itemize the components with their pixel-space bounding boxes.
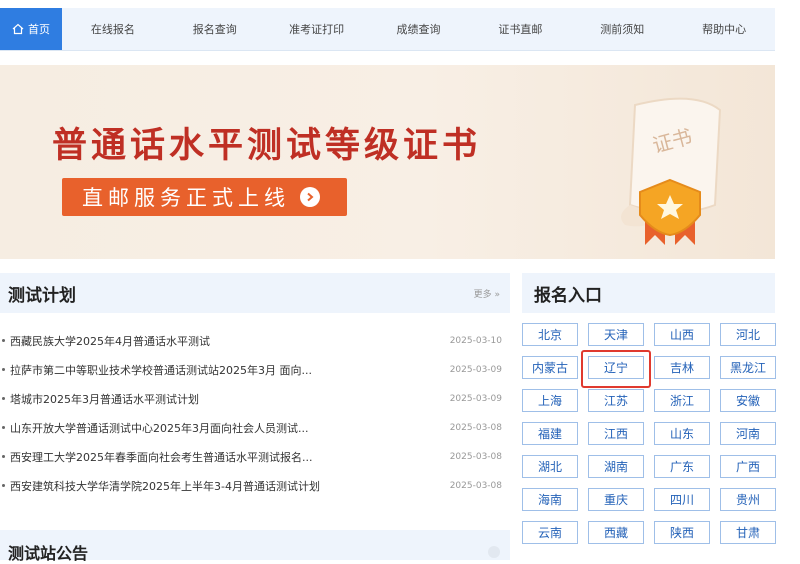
province-button[interactable]: 安徽 — [720, 389, 776, 412]
list-item[interactable]: 塔城市2025年3月普通话水平测试计划 2025-03-09 — [0, 384, 510, 413]
test-plan-more-link[interactable]: 更多 » — [474, 287, 500, 300]
nav-pretest-notes[interactable]: 测前须知 — [571, 21, 673, 37]
province-button[interactable]: 四川 — [654, 488, 710, 511]
certificate-scroll-icon: 证书 — [621, 97, 722, 245]
hero-banner[interactable]: 普通话水平测试等级证书 直邮服务正式上线 证书 — [0, 65, 775, 259]
province-button[interactable]: 广西 — [720, 455, 776, 478]
nav-admission-print[interactable]: 准考证打印 — [266, 21, 368, 37]
province-button[interactable]: 重庆 — [588, 488, 644, 511]
registration-header: 报名入口 — [522, 273, 775, 313]
top-nav: 首页 在线报名 报名查询 准考证打印 成绩查询 证书直邮 测前须知 帮助中心 — [0, 8, 775, 51]
banner-subtitle-pill[interactable]: 直邮服务正式上线 — [62, 178, 347, 216]
plan-title[interactable]: 西藏民族大学2025年4月普通话水平测试 — [10, 333, 442, 349]
province-button[interactable]: 山西 — [654, 323, 710, 346]
plan-date: 2025-03-08 — [449, 480, 502, 491]
province-button[interactable]: 江苏 — [588, 389, 644, 412]
bullet-icon — [2, 426, 5, 429]
nav-online-register[interactable]: 在线报名 — [62, 21, 164, 37]
bullet-icon — [2, 339, 5, 342]
bullet-icon — [2, 368, 5, 371]
list-item[interactable]: 拉萨市第二中等职业技术学校普通话测试站2025年3月 面向... 2025-03-… — [0, 355, 510, 384]
bullet-icon — [2, 397, 5, 400]
test-plan-list: 西藏民族大学2025年4月普通话水平测试 2025-03-10 拉萨市第二中等职业… — [0, 326, 510, 500]
province-button[interactable]: 贵州 — [720, 488, 776, 511]
province-button[interactable]: 西藏 — [588, 521, 644, 544]
plan-title[interactable]: 拉萨市第二中等职业技术学校普通话测试站2025年3月 面向... — [10, 362, 442, 378]
home-icon — [12, 23, 24, 35]
nav-help-center[interactable]: 帮助中心 — [673, 21, 775, 37]
nav-register-query[interactable]: 报名查询 — [164, 21, 266, 37]
plan-date: 2025-03-08 — [449, 422, 502, 433]
nav-home-label: 首页 — [28, 23, 50, 36]
province-button[interactable]: 福建 — [522, 422, 578, 445]
list-item[interactable]: 山东开放大学普通话测试中心2025年3月面向社会人员测试... 2025-03-0… — [0, 413, 510, 442]
province-button[interactable]: 河南 — [720, 422, 776, 445]
list-item[interactable]: 西藏民族大学2025年4月普通话水平测试 2025-03-10 — [0, 326, 510, 355]
banner-title: 普通话水平测试等级证书 — [52, 125, 482, 166]
plan-title[interactable]: 西安理工大学2025年春季面向社会考生普通话水平测试报名... — [10, 449, 442, 465]
province-button[interactable]: 黑龙江 — [720, 356, 776, 379]
province-button[interactable]: 湖北 — [522, 455, 578, 478]
province-button-highlighted[interactable]: 辽宁 — [588, 356, 644, 379]
bullet-icon — [2, 455, 5, 458]
test-plan-title: 测试计划 — [8, 285, 76, 306]
province-button[interactable]: 天津 — [588, 323, 644, 346]
province-button[interactable]: 湖南 — [588, 455, 644, 478]
province-button[interactable]: 上海 — [522, 389, 578, 412]
plan-date: 2025-03-09 — [449, 364, 502, 375]
province-button[interactable]: 浙江 — [654, 389, 710, 412]
province-button[interactable]: 山东 — [654, 422, 710, 445]
banner-subtitle: 直邮服务正式上线 — [82, 186, 290, 210]
test-plan-header: 测试计划 更多 » — [0, 273, 510, 313]
plan-title[interactable]: 山东开放大学普通话测试中心2025年3月面向社会人员测试... — [10, 420, 442, 436]
province-button[interactable]: 江西 — [588, 422, 644, 445]
arrow-right-icon — [300, 187, 320, 207]
province-button[interactable]: 海南 — [522, 488, 578, 511]
province-button[interactable]: 甘肃 — [720, 521, 776, 544]
plan-title[interactable]: 塔城市2025年3月普通话水平测试计划 — [10, 391, 442, 407]
province-button[interactable]: 内蒙古 — [522, 356, 578, 379]
more-circle-icon[interactable] — [488, 546, 500, 558]
province-button[interactable]: 北京 — [522, 323, 578, 346]
nav-score-query[interactable]: 成绩查询 — [368, 21, 470, 37]
province-button[interactable]: 云南 — [522, 521, 578, 544]
next-section-title: 测试站公告 — [8, 544, 89, 563]
nav-home[interactable]: 首页 — [0, 8, 62, 50]
plan-title[interactable]: 西安建筑科技大学华清学院2025年上半年3-4月普通话测试计划 — [10, 478, 442, 494]
province-grid: 北京 天津 山西 河北 内蒙古 辽宁 吉林 黑龙江 上海 江苏 浙江 安徽 福建… — [522, 323, 776, 544]
list-item[interactable]: 西安建筑科技大学华清学院2025年上半年3-4月普通话测试计划 2025-03-0… — [0, 471, 510, 500]
province-button[interactable]: 陕西 — [654, 521, 710, 544]
plan-date: 2025-03-09 — [449, 393, 502, 404]
registration-title: 报名入口 — [534, 285, 602, 306]
list-item[interactable]: 西安理工大学2025年春季面向社会考生普通话水平测试报名... 2025-03-0… — [0, 442, 510, 471]
province-button[interactable]: 河北 — [720, 323, 776, 346]
bullet-icon — [2, 484, 5, 487]
plan-date: 2025-03-08 — [449, 451, 502, 462]
province-button[interactable]: 吉林 — [654, 356, 710, 379]
plan-date: 2025-03-10 — [449, 335, 502, 346]
next-section-header: 测试站公告 — [0, 530, 510, 563]
nav-cert-mail[interactable]: 证书直邮 — [469, 21, 571, 37]
province-button[interactable]: 广东 — [654, 455, 710, 478]
